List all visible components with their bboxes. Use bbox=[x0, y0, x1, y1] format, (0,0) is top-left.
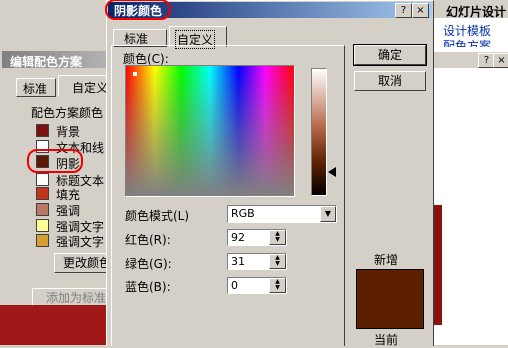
new-label: 新增 bbox=[374, 253, 399, 267]
ok-button-label: 确定 bbox=[377, 48, 402, 62]
swatch-title-text[interactable] bbox=[36, 173, 49, 186]
chevron-down-icon[interactable]: ▼ bbox=[320, 206, 336, 222]
back-slide-strip bbox=[0, 305, 118, 345]
back-dialog: 编辑配色方案 标准 自定义 配色方案颜色 背景 文本和线 阴影 标题文本 填充 … bbox=[0, 48, 120, 345]
color-label-accent-text-2: 强调文字 bbox=[56, 235, 105, 249]
bg-window-close-button[interactable]: × bbox=[493, 53, 508, 68]
green-value: 31 bbox=[231, 255, 245, 268]
bg-window-link-color-scheme[interactable]: 配色方案 bbox=[443, 37, 491, 47]
color-mode-label: 颜色模式(L) bbox=[125, 209, 190, 223]
back-dialog-title: 编辑配色方案 bbox=[10, 55, 83, 69]
green-input[interactable]: 31 ▲ ▼ bbox=[227, 253, 287, 270]
red-label: 红色(R): bbox=[125, 233, 171, 247]
change-color-button-label: 更改颜色 bbox=[62, 256, 111, 270]
current-label: 当前 bbox=[374, 333, 399, 347]
red-value: 92 bbox=[231, 231, 245, 244]
red-spinner[interactable]: ▲ ▼ bbox=[269, 230, 286, 245]
back-dialog-titlebar: 编辑配色方案 bbox=[2, 51, 118, 69]
cancel-button-label: 取消 bbox=[377, 74, 402, 88]
color-label-accent: 强调 bbox=[56, 204, 81, 218]
swatch-accent-text-1[interactable] bbox=[36, 219, 49, 232]
swatch-accent[interactable] bbox=[36, 203, 49, 216]
tab-custom[interactable]: 自定义 bbox=[169, 26, 227, 49]
swatch-fill[interactable] bbox=[36, 187, 49, 200]
add-standard-button-label: 添加为标准 bbox=[45, 291, 106, 305]
blue-label: 蓝色(B): bbox=[125, 280, 171, 294]
color-label-background: 背景 bbox=[56, 125, 81, 139]
new-color-preview bbox=[356, 269, 424, 329]
spectrum-crosshair bbox=[133, 72, 137, 76]
shadow-highlight-ellipse bbox=[27, 149, 83, 173]
luminance-bar[interactable] bbox=[311, 68, 327, 196]
dialog-close-button[interactable]: × bbox=[412, 3, 429, 18]
swatch-accent-text-2[interactable] bbox=[36, 234, 49, 247]
blue-value: 0 bbox=[231, 279, 238, 292]
green-label: 绿色(G): bbox=[125, 257, 172, 271]
color-mode-select[interactable]: RGB ▼ bbox=[227, 205, 337, 223]
shadow-color-dialog: 阴影颜色 ? × 标准 自定义 颜色(C): 颜色模式(L) RGB ▼ 红色(… bbox=[105, 0, 434, 347]
bg-slide-design-window: 幻灯片设计 设计模板 配色方案 ? × bbox=[432, 0, 508, 345]
back-tab-standard-label: 标准 bbox=[23, 82, 48, 96]
green-spinner[interactable]: ▲ ▼ bbox=[269, 254, 286, 269]
back-tab-standard[interactable]: 标准 bbox=[16, 78, 56, 97]
blue-input[interactable]: 0 ▲ ▼ bbox=[227, 277, 287, 294]
dialog-title: 阴影颜色 bbox=[114, 4, 163, 18]
color-label-fill: 填充 bbox=[56, 188, 81, 202]
color-mode-value: RGB bbox=[231, 207, 255, 220]
swatch-background[interactable] bbox=[36, 124, 49, 137]
back-group-title: 配色方案颜色 bbox=[31, 104, 104, 121]
blue-spinner[interactable]: ▲ ▼ bbox=[269, 278, 286, 293]
bg-window-title: 幻灯片设计 bbox=[446, 5, 507, 19]
back-tab-custom-label: 自定义 bbox=[72, 81, 109, 95]
dialog-help-button[interactable]: ? bbox=[395, 3, 412, 18]
red-input[interactable]: 92 ▲ ▼ bbox=[227, 229, 287, 246]
ok-button[interactable]: 确定 bbox=[353, 44, 427, 66]
bg-window-titlebar: 幻灯片设计 bbox=[432, 0, 508, 19]
luminance-slider-arrow[interactable] bbox=[328, 167, 336, 177]
cancel-button[interactable]: 取消 bbox=[354, 71, 426, 91]
color-spectrum[interactable] bbox=[125, 65, 295, 197]
